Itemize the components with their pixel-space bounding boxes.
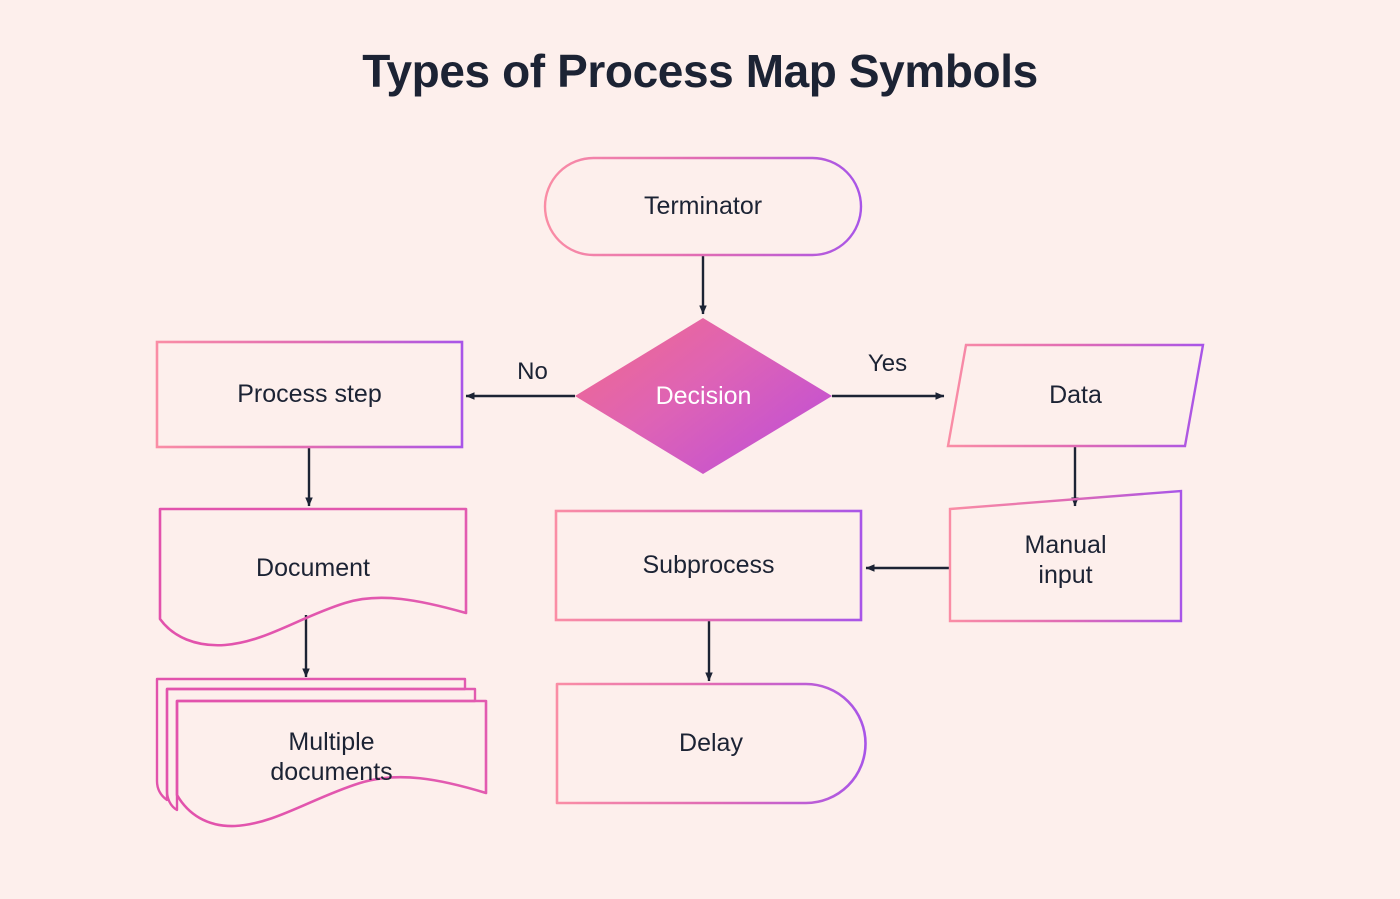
- node-data[interactable]: [946, 343, 1205, 448]
- process-map-diagram: [155, 156, 1205, 828]
- node-terminator[interactable]: [543, 156, 863, 257]
- node-subprocess[interactable]: [554, 509, 863, 622]
- node-decision[interactable]: [575, 318, 832, 474]
- node-document[interactable]: [158, 507, 468, 647]
- edge-label-no: No: [517, 358, 548, 385]
- node-multiple-documents[interactable]: [155, 677, 488, 828]
- node-manual-input[interactable]: [948, 489, 1183, 623]
- node-delay[interactable]: [555, 682, 867, 805]
- node-process-step[interactable]: [155, 340, 464, 449]
- edge-label-yes: Yes: [867, 350, 908, 377]
